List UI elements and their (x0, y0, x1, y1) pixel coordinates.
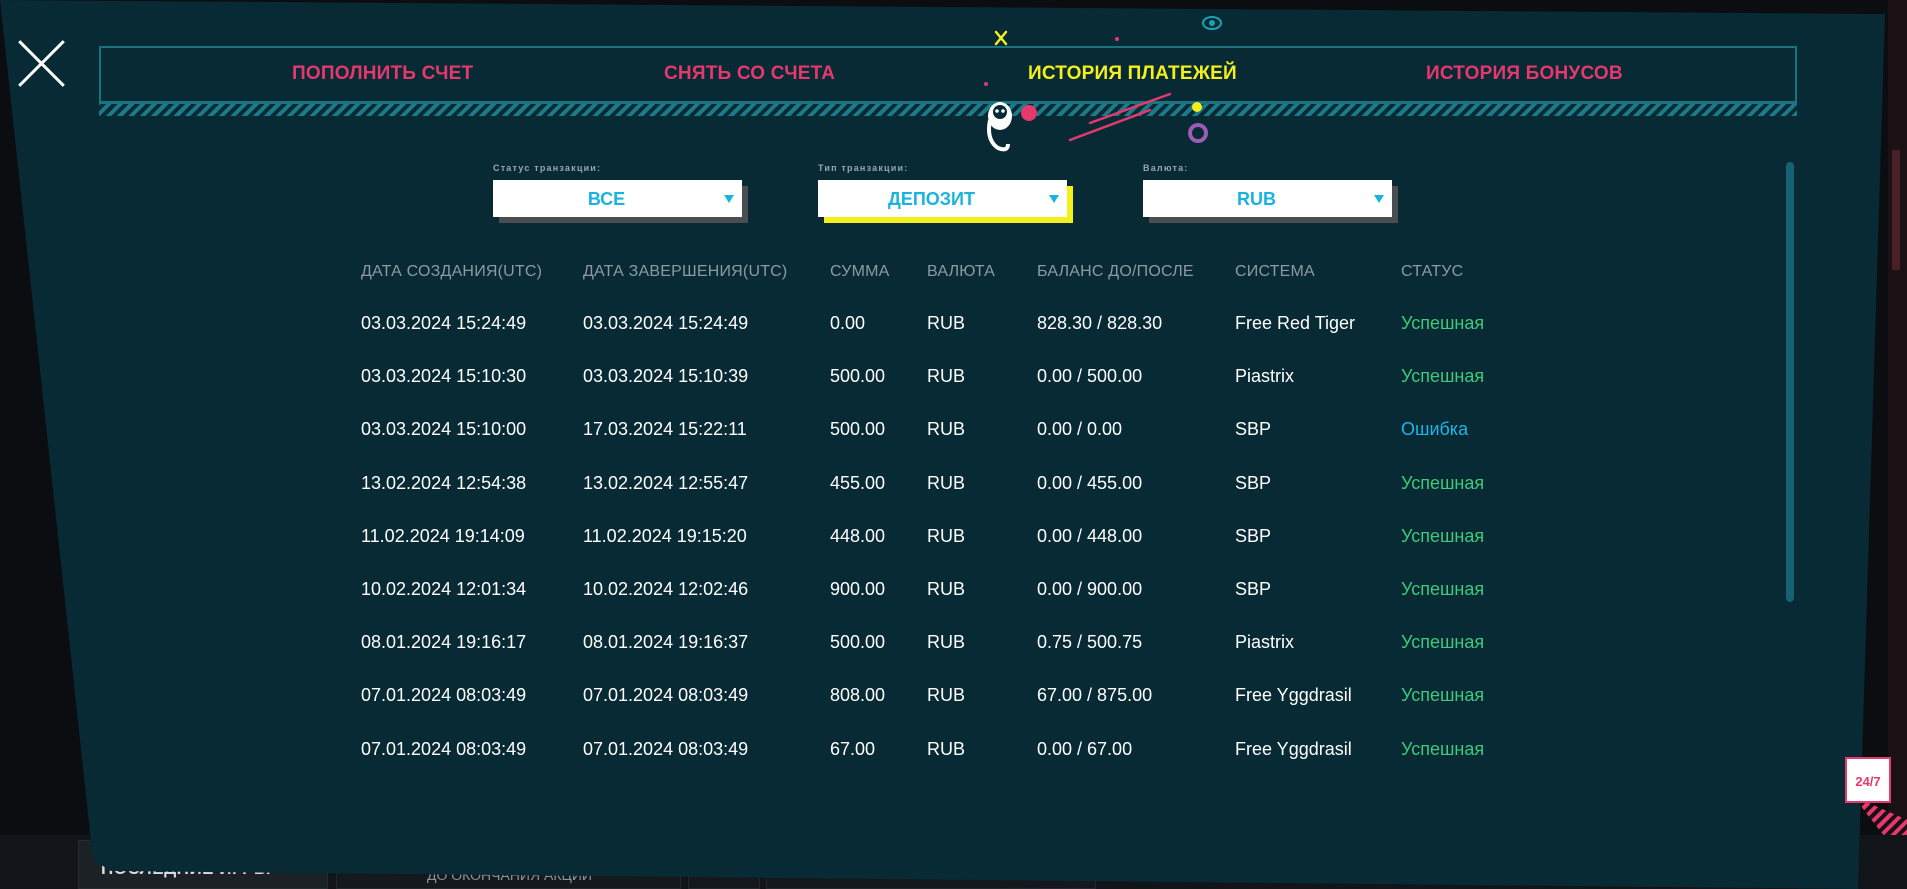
cell-created: 03.03.2024 15:10:30 (361, 366, 527, 386)
chevron-down-icon (724, 195, 734, 203)
cell-amount: 67.00 (830, 739, 876, 759)
cell-system: SBP (1235, 579, 1272, 599)
tab-bar-stripe (99, 103, 1797, 116)
status-select[interactable]: ВСЕ (493, 180, 742, 217)
cell-created: 03.03.2024 15:24:49 (361, 313, 527, 333)
cell-currency: RUB (927, 739, 966, 759)
cell-status: Успешная (1401, 313, 1485, 333)
cell-currency: RUB (927, 419, 966, 439)
chat-bubble-icon: 24/7 (1845, 757, 1891, 803)
cell-status: Успешная (1401, 685, 1485, 705)
cell-amount: 500.00 (830, 366, 886, 386)
cell-system: Free Red Tiger (1235, 313, 1356, 333)
chevron-down-icon (1049, 195, 1059, 203)
cell-status: Успешная (1401, 526, 1485, 546)
cell-status: Успешная (1401, 632, 1485, 652)
cell-completed: 17.03.2024 15:22:11 (583, 419, 747, 439)
cell-completed: 07.01.2024 08:03:49 (583, 685, 749, 705)
status-select-value: ВСЕ (587, 189, 626, 209)
cell-balance: 0.00 / 900.00 (1037, 579, 1143, 599)
cell-completed: 07.01.2024 08:03:49 (583, 739, 749, 759)
cell-system: SBP (1235, 473, 1272, 493)
tab-withdraw[interactable]: СНЯТЬ СО СЧЕТА (664, 63, 835, 85)
tab-deposit[interactable]: ПОПОЛНИТЬ СЧЕТ (292, 63, 473, 85)
cell-system: Free Yggdrasil (1235, 685, 1352, 705)
column-header-system: СИСТЕМА (1235, 263, 1315, 280)
cell-currency: RUB (927, 685, 966, 705)
cell-system: SBP (1235, 526, 1272, 546)
currency-select-value: RUB (1237, 189, 1276, 209)
cell-status: Успешная (1401, 366, 1485, 386)
column-header-completed: ДАТА ЗАВЕРШЕНИЯ(UTC) (583, 263, 788, 280)
cell-completed: 13.02.2024 12:55:47 (583, 473, 749, 493)
cell-amount: 455.00 (830, 473, 886, 493)
type-filter-label: Тип транзакции: (818, 163, 909, 173)
cell-amount: 500.00 (830, 419, 886, 439)
cell-currency: RUB (927, 579, 966, 599)
cell-currency: RUB (927, 313, 966, 333)
cell-created: 10.02.2024 12:01:34 (361, 579, 527, 599)
close-icon[interactable] (14, 36, 68, 90)
cell-status: Ошибка (1401, 419, 1469, 439)
type-select[interactable]: ДЕПОЗИТ (818, 180, 1067, 217)
cell-status: Успешная (1401, 739, 1485, 759)
cell-amount: 500.00 (830, 632, 886, 652)
cell-created: 03.03.2024 15:10:00 (361, 419, 527, 439)
cell-created: 07.01.2024 08:03:49 (361, 739, 527, 759)
background-right-strip (1888, 0, 1907, 889)
cell-amount: 0.00 (830, 313, 866, 333)
chevron-down-icon (1374, 195, 1384, 203)
cell-currency: RUB (927, 632, 966, 652)
cell-balance: 0.00 / 0.00 (1037, 419, 1123, 439)
cell-status: Успешная (1401, 473, 1485, 493)
cell-completed: 08.01.2024 19:16:37 (583, 632, 749, 652)
column-header-created: ДАТА СОЗДАНИЯ(UTC) (361, 263, 543, 280)
cell-currency: RUB (927, 366, 966, 386)
column-header-status: СТАТУС (1401, 263, 1464, 280)
cell-amount: 448.00 (830, 526, 886, 546)
cell-created: 13.02.2024 12:54:38 (361, 473, 527, 493)
cell-created: 11.02.2024 19:14:09 (361, 526, 525, 546)
cell-balance: 67.00 / 875.00 (1037, 685, 1153, 705)
column-header-amount: СУММА (830, 263, 890, 280)
cell-amount: 808.00 (830, 685, 886, 705)
tab-bar: ПОПОЛНИТЬ СЧЕТ СНЯТЬ СО СЧЕТА ИСТОРИЯ ПЛ… (99, 46, 1797, 103)
tab-bonus-history[interactable]: ИСТОРИЯ БОНУСОВ (1426, 63, 1623, 85)
cell-system: Piastrix (1235, 366, 1295, 386)
table-scrollbar[interactable] (1786, 162, 1794, 602)
column-header-currency: ВАЛЮТА (927, 263, 996, 280)
cell-system: SBP (1235, 419, 1272, 439)
support-chat-button[interactable]: 24/7 (1845, 757, 1907, 837)
type-select-value: ДЕПОЗИТ (888, 189, 975, 209)
cell-balance: 0.75 / 500.75 (1037, 632, 1143, 652)
payments-modal: ПОПОЛНИТЬ СЧЕТ СНЯТЬ СО СЧЕТА ИСТОРИЯ ПЛ… (0, 0, 1885, 889)
cell-balance: 0.00 / 448.00 (1037, 526, 1143, 546)
support-label: 24/7 (1855, 774, 1881, 789)
status-filter-label: Статус транзакции: (493, 163, 602, 173)
cell-balance: 0.00 / 500.00 (1037, 366, 1143, 386)
cell-completed: 03.03.2024 15:10:39 (583, 366, 749, 386)
cell-created: 08.01.2024 19:16:17 (361, 632, 527, 652)
space-decoration-icon (984, 30, 1208, 152)
cell-system: Free Yggdrasil (1235, 739, 1352, 759)
cell-completed: 03.03.2024 15:24:49 (583, 313, 749, 333)
cell-system: Piastrix (1235, 632, 1295, 652)
currency-filter-label: Валюта: (1143, 163, 1189, 173)
cell-amount: 900.00 (830, 579, 886, 599)
currency-select[interactable]: RUB (1143, 180, 1392, 217)
planet-icon (1202, 16, 1222, 30)
cell-balance: 0.00 / 67.00 (1037, 739, 1133, 759)
cell-created: 07.01.2024 08:03:49 (361, 685, 527, 705)
background-right-accent (1892, 150, 1900, 270)
cell-completed: 10.02.2024 12:02:46 (583, 579, 749, 599)
cell-completed: 11.02.2024 19:15:20 (583, 526, 747, 546)
cell-currency: RUB (927, 526, 966, 546)
column-header-balance: БАЛАНС ДО/ПОСЛЕ (1037, 263, 1194, 280)
cell-status: Успешная (1401, 579, 1485, 599)
cell-balance: 828.30 / 828.30 (1037, 313, 1163, 333)
cell-currency: RUB (927, 473, 966, 493)
cell-balance: 0.00 / 455.00 (1037, 473, 1143, 493)
